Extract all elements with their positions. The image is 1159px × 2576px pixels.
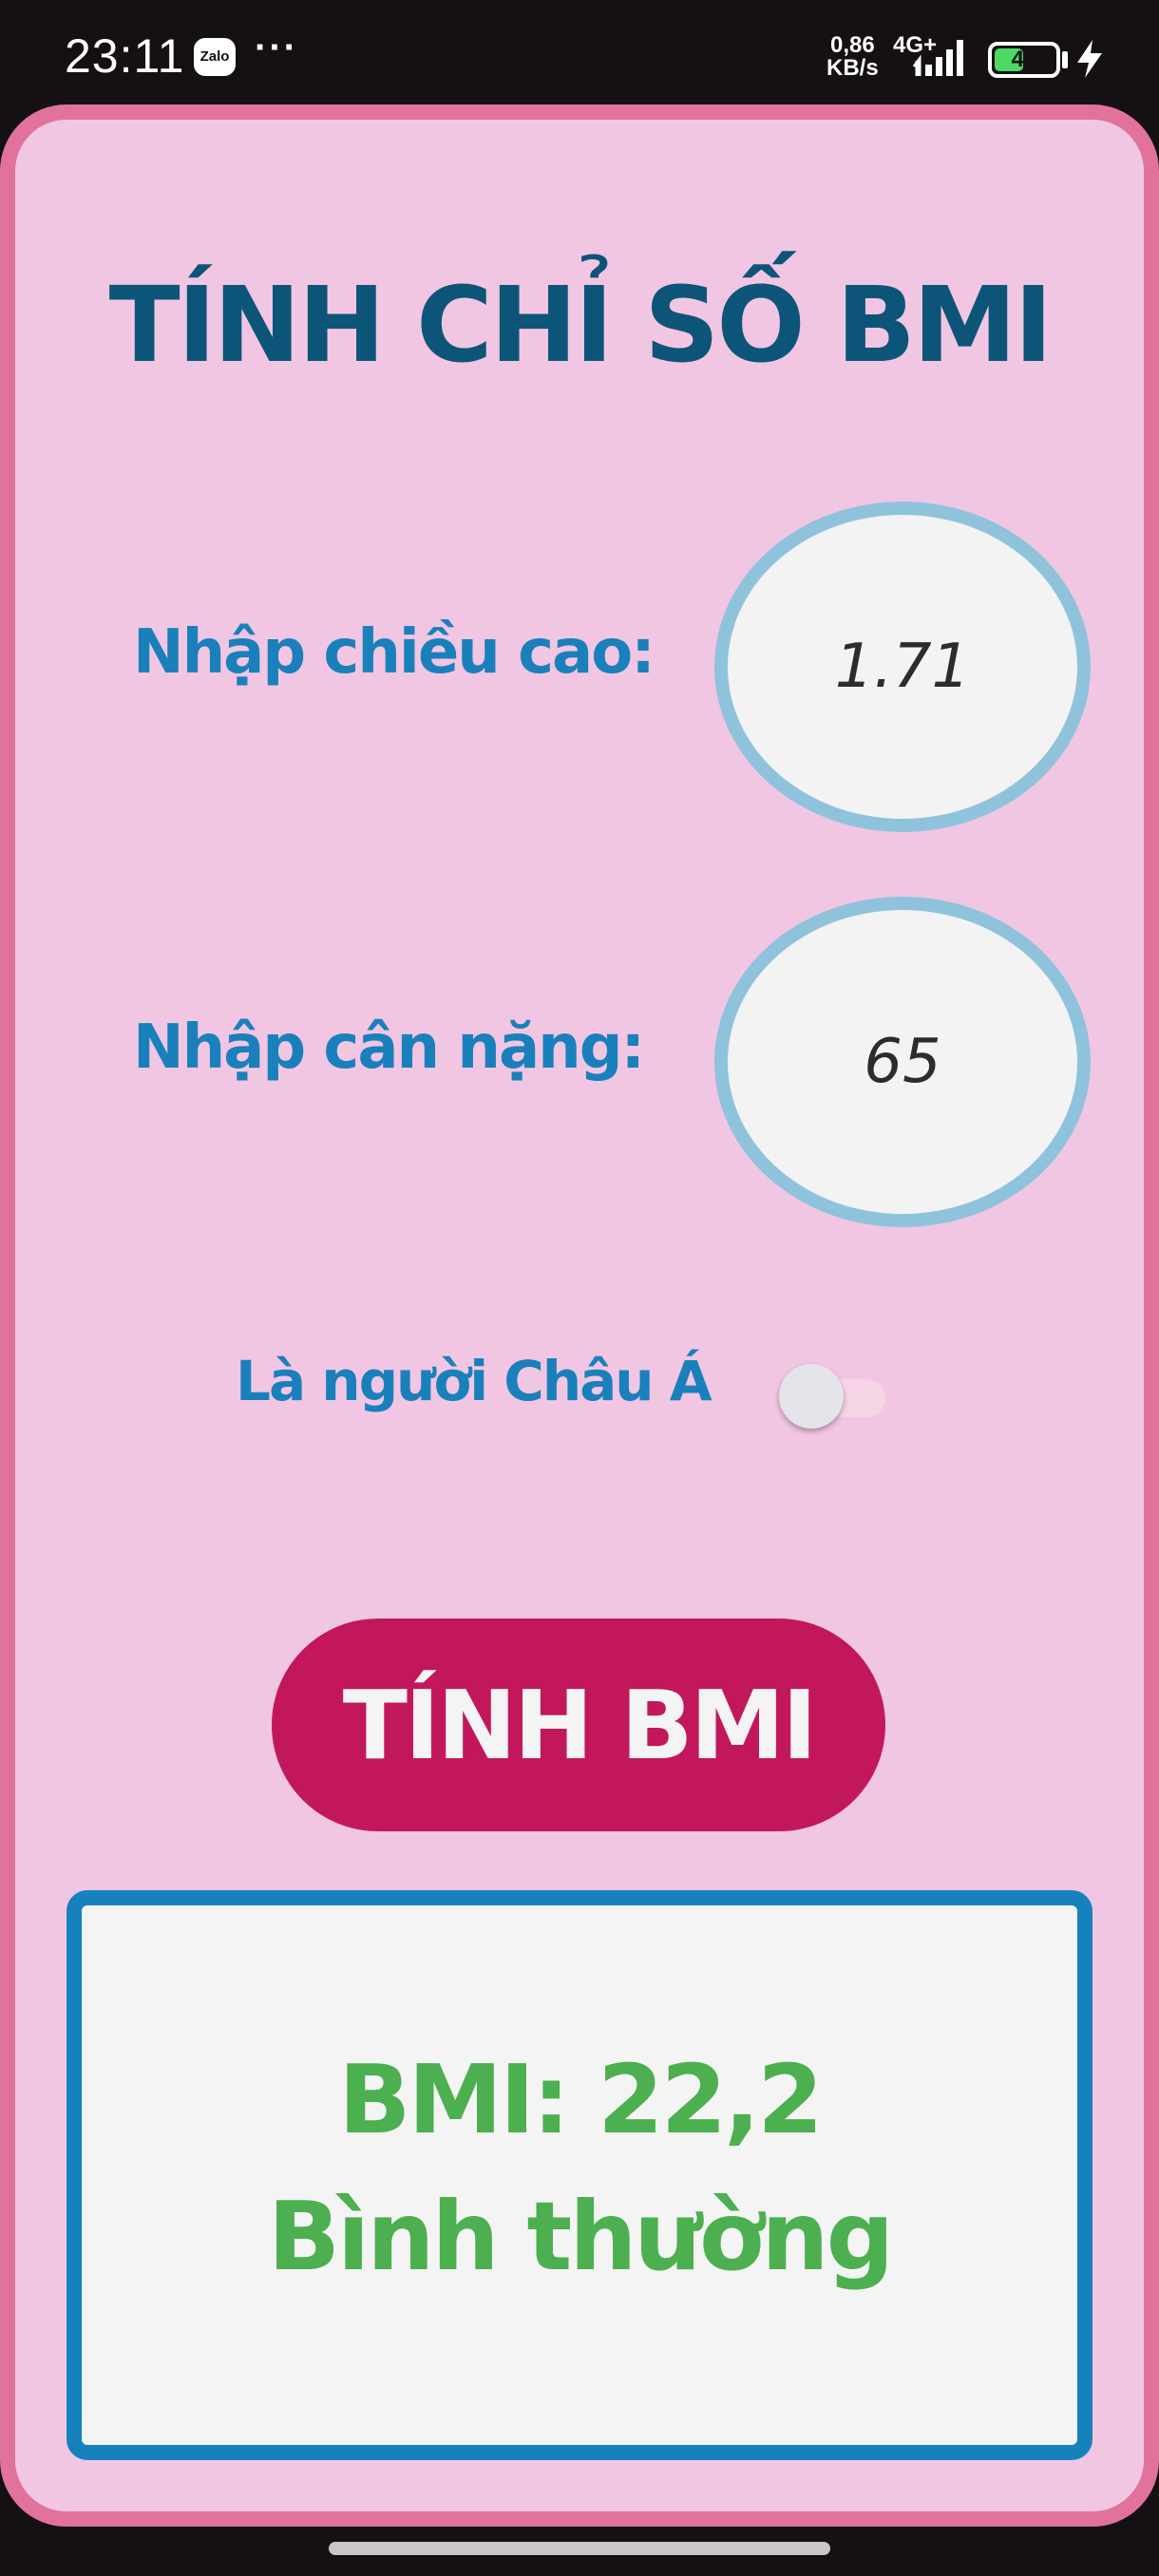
battery-level: 49 (1011, 47, 1037, 72)
network-speed-value: 0,86 (829, 32, 875, 58)
result-box: BMI: 22,2 Bình thường (66, 1890, 1092, 2460)
more-notifications-icon: ··· (255, 27, 298, 68)
height-input[interactable] (714, 502, 1091, 832)
battery-icon: 49 (988, 42, 1060, 78)
asian-toggle-label: Là người Châu Á (236, 1349, 712, 1413)
toggle-thumb (779, 1364, 844, 1429)
home-indicator[interactable] (329, 2542, 830, 2555)
status-bar: 23:11 Zalo ··· 0,86 KB/s 4G+ 49 (0, 0, 1159, 106)
result-bmi-value: BMI: 22,2 (338, 2044, 823, 2155)
weight-input[interactable] (714, 897, 1091, 1227)
calculate-bmi-button[interactable]: TÍNH BMI (272, 1619, 885, 1831)
page-title: TÍNH CHỈ SỐ BMI (108, 264, 1054, 386)
result-category: Bình thường (267, 2181, 894, 2292)
asian-toggle-switch[interactable] (779, 1364, 885, 1429)
signal-icon (912, 40, 963, 76)
weight-label: Nhập cân nặng: (133, 1013, 645, 1083)
zalo-app-icon: Zalo (194, 38, 236, 76)
network-speed-unit: KB/s (826, 55, 879, 81)
height-label: Nhập chiều cao: (133, 617, 656, 688)
charging-icon (1077, 40, 1102, 78)
network-speed: 0,86 KB/s (826, 34, 879, 80)
status-time: 23:11 (65, 29, 185, 83)
battery-cap (1062, 51, 1068, 68)
